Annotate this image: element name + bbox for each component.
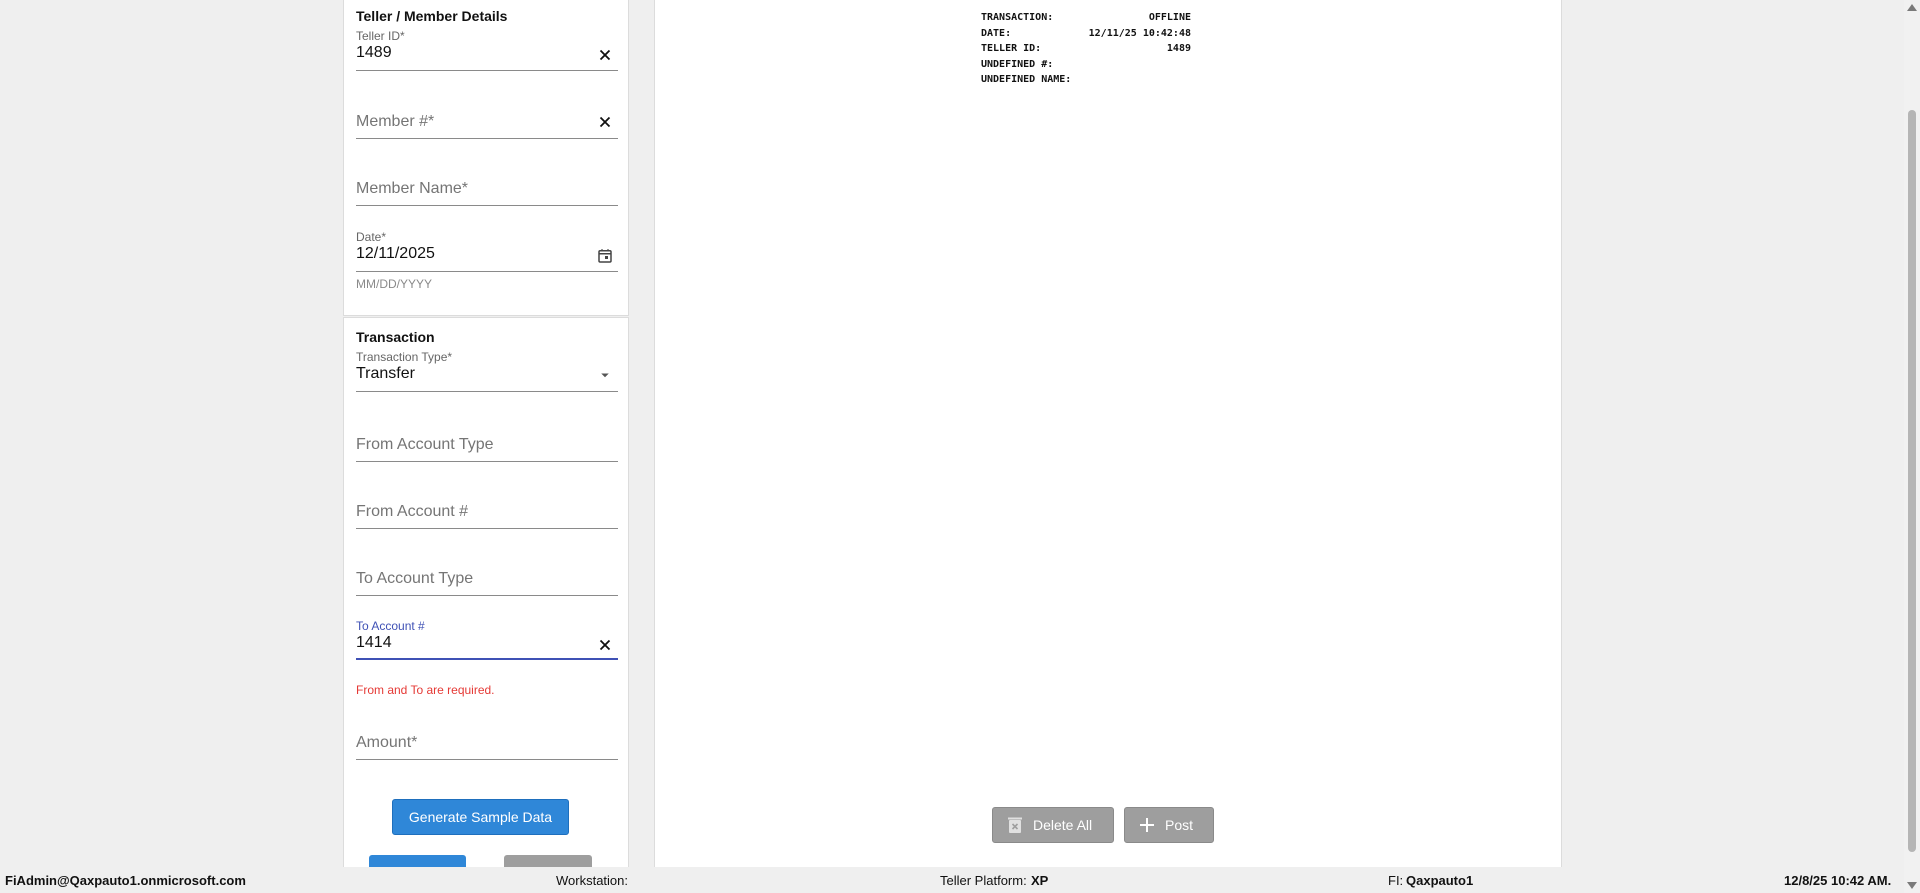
receipt-row: UNDEFINED #:: [981, 57, 1191, 73]
receipt-row: TELLER ID: 1489: [981, 41, 1191, 57]
receipt-row-label: TRANSACTION:: [981, 12, 1054, 23]
transaction-type-value[interactable]: Transfer: [356, 365, 415, 383]
post-label: Post: [1165, 817, 1194, 833]
dropdown-arrow-icon[interactable]: [596, 366, 614, 384]
to-account-type-underline: [356, 595, 618, 596]
clear-icon[interactable]: [596, 46, 614, 64]
status-bar: FiAdmin@Qaxpauto1.onmicrosoft.com Workst…: [0, 867, 1904, 893]
to-account-number-field[interactable]: To Account # 1414 From and To are requir…: [356, 618, 618, 697]
calendar-icon[interactable]: [596, 247, 614, 265]
page-scrollbar[interactable]: [1904, 0, 1920, 893]
transaction-title: Transaction: [356, 329, 435, 345]
clear-icon[interactable]: [596, 636, 614, 654]
from-account-number-underline: [356, 528, 618, 529]
from-account-type-underline: [356, 461, 618, 462]
status-platform-value: XP: [1031, 873, 1049, 888]
transaction-panel: Transaction Transaction Type* Transfer F…: [343, 317, 629, 877]
status-user: FiAdmin@Qaxpauto1.onmicrosoft.com: [5, 873, 246, 888]
status-fi-label: FI:: [1388, 873, 1404, 888]
status-datetime: 12/8/25 10:42 AM.: [1784, 873, 1892, 888]
member-number-placeholder: Member #*: [356, 113, 435, 130]
from-account-type-field[interactable]: From Account Type: [356, 434, 618, 464]
from-account-type-placeholder: From Account Type: [356, 436, 494, 453]
receipt-row: TRANSACTION: OFFLINE: [981, 10, 1191, 26]
status-platform-label: Teller Platform:: [940, 873, 1027, 888]
date-format-hint: MM/DD/YYYY: [356, 277, 433, 291]
to-account-number-value[interactable]: 1414: [356, 634, 392, 652]
to-account-type-field[interactable]: To Account Type: [356, 568, 618, 598]
transaction-type-select[interactable]: Transaction Type* Transfer: [356, 350, 618, 394]
delete-all-button[interactable]: Delete All: [992, 807, 1114, 843]
clear-icon[interactable]: [596, 113, 614, 131]
transaction-type-underline: [356, 391, 618, 392]
generate-sample-data-button[interactable]: Generate Sample Data: [392, 799, 569, 835]
receipt-row-value: 1489: [1166, 43, 1191, 54]
date-label: Date*: [356, 230, 387, 244]
teller-member-title: Teller / Member Details: [356, 8, 508, 24]
scroll-down-arrow-icon[interactable]: [1907, 882, 1917, 889]
plus-icon: [1140, 818, 1154, 832]
to-account-number-underline: [356, 658, 618, 660]
receipt-row: UNDEFINED NAME:: [981, 72, 1191, 88]
to-account-number-label: To Account #: [356, 619, 425, 633]
receipt-row-label: UNDEFINED #:: [981, 58, 1054, 70]
member-number-underline: [356, 138, 618, 139]
to-account-type-placeholder: To Account Type: [356, 570, 474, 587]
receipt-preview: TRANSACTION: OFFLINE DATE: 12/11/25 10:4…: [654, 0, 1562, 877]
status-workstation-label: Workstation:: [556, 873, 629, 888]
receipt-row-value: OFFLINE: [1148, 12, 1191, 23]
receipt-row-label: UNDEFINED NAME:: [981, 74, 1072, 85]
teller-member-panel: Teller / Member Details Teller ID* 1489 …: [343, 0, 629, 316]
teller-id-label: Teller ID*: [356, 29, 405, 43]
amount-placeholder: Amount*: [356, 734, 418, 751]
receipt-row: DATE: 12/11/25 10:42:48: [981, 26, 1191, 42]
from-account-number-field[interactable]: From Account #: [356, 501, 618, 531]
amount-field[interactable]: Amount*: [356, 731, 618, 761]
teller-id-underline: [356, 70, 618, 71]
date-value[interactable]: 12/11/2025: [356, 245, 435, 263]
member-name-underline: [356, 205, 618, 206]
status-fi-value: Qaxpauto1: [1406, 873, 1474, 888]
receipt-row-label: TELLER ID:: [981, 43, 1042, 54]
member-number-field[interactable]: Member #*: [356, 110, 618, 140]
trash-icon: [1008, 817, 1022, 833]
from-account-number-placeholder: From Account #: [356, 503, 469, 520]
teller-id-value[interactable]: 1489: [356, 44, 392, 62]
date-field[interactable]: Date* 12/11/2025 MM/DD/YYYY: [356, 230, 618, 296]
scroll-up-arrow-icon[interactable]: [1907, 4, 1917, 11]
receipt-row-value: 12/11/25 10:42:48: [1088, 27, 1191, 39]
to-account-error-message: From and To are required.: [356, 683, 495, 697]
member-name-placeholder: Member Name*: [356, 180, 469, 197]
transaction-type-label: Transaction Type*: [356, 350, 453, 364]
member-name-field[interactable]: Member Name*: [356, 177, 618, 207]
date-underline: [356, 271, 618, 272]
scroll-thumb[interactable]: [1908, 110, 1916, 852]
receipt-row-label: DATE:: [981, 27, 1012, 39]
post-button[interactable]: Post: [1124, 807, 1214, 843]
delete-all-label: Delete All: [1033, 817, 1093, 833]
teller-id-field[interactable]: Teller ID* 1489: [356, 28, 618, 72]
amount-underline: [356, 759, 618, 760]
receipt-text: TRANSACTION: OFFLINE DATE: 12/11/25 10:4…: [981, 10, 1191, 88]
